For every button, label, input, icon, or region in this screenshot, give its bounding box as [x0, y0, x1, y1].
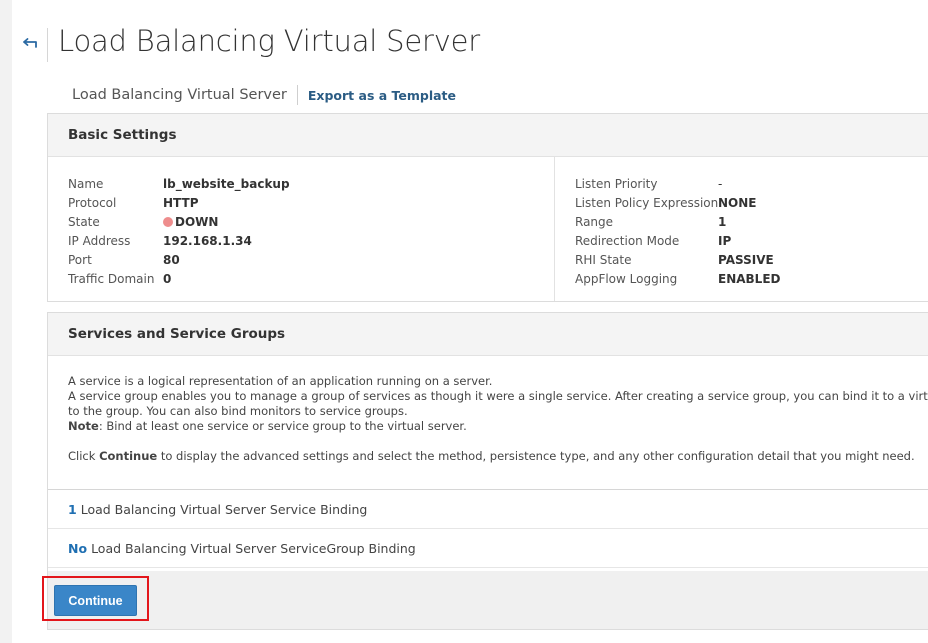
setting-value: NONE [718, 195, 757, 210]
status-down-icon [163, 216, 173, 227]
services-panel: Services and Service Groups A service is… [47, 312, 928, 630]
setting-label: Port [68, 252, 92, 267]
basic-settings-body: Name lb_website_backup Protocol HTTP Sta… [48, 157, 928, 301]
setting-row-range: Range 1 [575, 212, 928, 231]
breadcrumb-divider [296, 85, 298, 105]
click-bold: Continue [99, 449, 158, 463]
basic-settings-panel: Basic Settings Name lb_website_backup Pr… [47, 113, 928, 302]
setting-label: State [68, 214, 100, 229]
setting-label: IP Address [68, 233, 131, 248]
setting-row-redirection: Redirection Mode IP [575, 231, 928, 250]
setting-row-name: Name lb_website_backup [68, 174, 538, 193]
left-strip [0, 0, 12, 643]
setting-row-appflow: AppFlow Logging ENABLED [575, 269, 928, 288]
desc-line: to the group. You can also bind monitors… [68, 404, 408, 418]
setting-row-state: State DOWN [68, 212, 538, 231]
setting-label: Protocol [68, 195, 117, 210]
click-suffix: to display the advanced settings and sel… [157, 449, 915, 463]
desc-line: A service is a logical representation of… [68, 374, 493, 388]
click-prefix: Click [68, 449, 100, 463]
setting-row-port: Port 80 [68, 250, 538, 269]
title-divider [47, 28, 48, 62]
setting-label: Range [575, 214, 614, 229]
setting-value: 0 [163, 271, 172, 286]
column-divider [554, 157, 555, 301]
binding-label: Load Balancing Virtual Server ServiceGro… [91, 540, 416, 556]
back-arrow-icon[interactable] [20, 34, 40, 54]
setting-value: HTTP [163, 195, 199, 210]
setting-label: Traffic Domain [68, 271, 155, 286]
binding-count: No [68, 540, 88, 556]
servicegroup-binding-row[interactable]: No Load Balancing Virtual Server Service… [48, 529, 928, 568]
page-title: Load Balancing Virtual Server [58, 24, 481, 58]
setting-row-rhi-state: RHI State PASSIVE [575, 250, 928, 269]
click-line: Click Continue to display the advanced s… [68, 449, 928, 464]
setting-value: - [718, 176, 723, 191]
setting-value: PASSIVE [718, 252, 774, 267]
setting-label: AppFlow Logging [575, 271, 678, 286]
basic-settings-left: Name lb_website_backup Protocol HTTP Sta… [68, 174, 538, 288]
setting-label: Listen Policy Expression [575, 195, 719, 210]
breadcrumb: Load Balancing Virtual Server [72, 87, 287, 103]
setting-value: 192.168.1.34 [163, 233, 252, 248]
action-footer [48, 571, 928, 629]
page: Load Balancing Virtual Server Load Balan… [0, 0, 928, 643]
basic-settings-right: Listen Priority - Listen Policy Expressi… [575, 174, 928, 288]
services-header[interactable]: Services and Service Groups [48, 313, 928, 356]
setting-label: RHI State [575, 252, 632, 267]
setting-value: 1 [718, 214, 727, 229]
setting-value: ENABLED [718, 271, 781, 286]
services-description: A service is a logical representation of… [48, 356, 928, 490]
export-template-link[interactable]: Export as a Template [308, 88, 456, 103]
binding-count: 1 [68, 501, 77, 517]
setting-value-state: DOWN [163, 215, 218, 229]
setting-row-listen-policy: Listen Policy Expression NONE [575, 193, 928, 212]
setting-row-traffic-domain: Traffic Domain 0 [68, 269, 538, 288]
setting-row-listen-priority: Listen Priority - [575, 174, 928, 193]
setting-value: 80 [163, 252, 180, 267]
setting-label: Redirection Mode [575, 233, 680, 248]
service-binding-row[interactable]: 1 Load Balancing Virtual Server Service … [48, 490, 928, 529]
binding-label: Load Balancing Virtual Server Service Bi… [80, 501, 368, 517]
setting-label: Listen Priority [575, 176, 658, 191]
setting-row-ip: IP Address 192.168.1.34 [68, 231, 538, 250]
setting-value: lb_website_backup [163, 176, 290, 191]
basic-settings-header[interactable]: Basic Settings [48, 114, 928, 157]
state-value: DOWN [175, 214, 219, 229]
setting-row-protocol: Protocol HTTP [68, 193, 538, 212]
continue-button[interactable]: Continue [54, 585, 137, 616]
setting-value: IP [718, 233, 732, 248]
desc-line: A service group enables you to manage a … [68, 389, 928, 403]
note-text: : Bind at least one service or service g… [98, 419, 467, 433]
note-line: Note: Bind at least one service or servi… [68, 419, 928, 434]
note-label: Note [68, 419, 99, 433]
setting-label: Name [68, 176, 104, 191]
subheader: Load Balancing Virtual Server Export as … [72, 84, 456, 106]
